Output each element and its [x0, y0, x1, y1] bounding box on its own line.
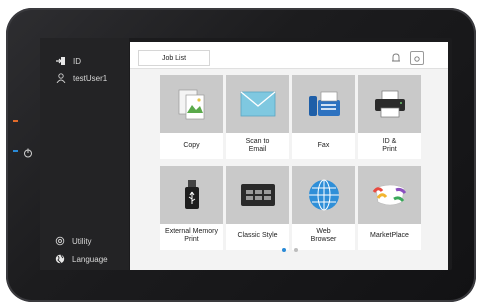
sidebar-user-label: testUser1 — [73, 73, 108, 83]
copy-icon — [160, 75, 223, 133]
status-indicator-orange — [13, 120, 18, 122]
tile-scan-to-email[interactable]: Scan to Email — [226, 75, 289, 159]
tile-marketplace[interactable]: MarketPlace — [358, 166, 421, 250]
main-screen: Job List Copy Scan to Email Fax ID & Pri… — [130, 42, 448, 270]
page-dot[interactable] — [294, 248, 298, 252]
marketplace-icon — [358, 166, 421, 224]
printer-icon — [358, 75, 421, 133]
usb-icon — [160, 166, 223, 224]
tile-marketplace-label: MarketPlace — [370, 232, 409, 239]
tile-id-print-label: ID & Print — [382, 138, 397, 153]
page-dot-active[interactable] — [282, 248, 286, 252]
user-icon — [56, 73, 66, 84]
tile-web-browser-label: Web Browser — [310, 228, 337, 243]
tile-scan-to-email-label: Scan to Email — [245, 138, 270, 153]
sidebar-language-label: Language — [72, 254, 108, 264]
browser-globe-icon — [292, 166, 355, 224]
settings-icon[interactable] — [410, 51, 424, 65]
tile-fax-label: Fax — [317, 142, 330, 149]
header-bar: Job List — [130, 42, 448, 69]
tile-classic-style-label: Classic Style — [237, 232, 278, 239]
login-icon — [56, 56, 66, 66]
tile-fax[interactable]: Fax — [292, 75, 355, 159]
tile-external-memory-print[interactable]: External Memory Print — [160, 166, 223, 250]
email-icon — [226, 75, 289, 133]
fax-icon — [292, 75, 355, 133]
tile-copy[interactable]: Copy — [160, 75, 223, 159]
sidebar-item-utility[interactable]: Utility — [55, 236, 92, 246]
sidebar-item-id[interactable]: ID — [56, 56, 81, 66]
status-indicator-blue — [13, 150, 18, 152]
utility-icon — [55, 236, 65, 246]
sidebar-item-user[interactable]: testUser1 — [56, 73, 108, 84]
sidebar-item-language[interactable]: Language — [55, 254, 108, 264]
job-list-button[interactable]: Job List — [138, 50, 210, 66]
power-icon[interactable] — [23, 145, 33, 158]
classic-style-icon — [226, 166, 289, 224]
tile-copy-label: Copy — [183, 142, 200, 149]
sidebar-item-id-label: ID — [73, 56, 81, 66]
globe-icon — [55, 254, 65, 264]
tile-id-print[interactable]: ID & Print — [358, 75, 421, 159]
tile-web-browser[interactable]: Web Browser — [292, 166, 355, 250]
tile-external-memory-print-label: External Memory Print — [165, 228, 218, 243]
bell-icon[interactable] — [390, 51, 402, 63]
sidebar-utility-label: Utility — [72, 236, 92, 246]
tile-classic-style[interactable]: Classic Style — [226, 166, 289, 250]
